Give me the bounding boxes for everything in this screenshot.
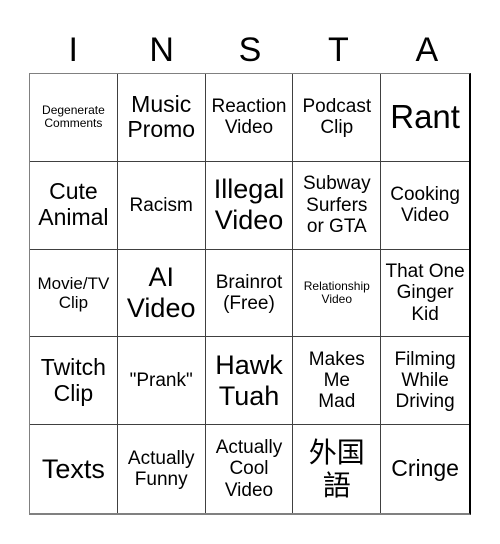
bingo-cell-r1-c1[interactable]: Racism (117, 161, 206, 250)
bingo-cell-r3-c3[interactable]: Makes Me Mad (293, 337, 382, 426)
bingo-cell-r1-c3[interactable]: Subway Surfers or GTA (293, 161, 382, 250)
cell-label: Racism (129, 194, 193, 216)
bingo-cell-r2-c4[interactable]: That One Ginger Kid (381, 250, 469, 338)
bingo-cell-r4-c1[interactable]: Actually Funny (118, 425, 206, 513)
cell-label: Makes Me Mad (308, 348, 365, 413)
cell-label: Relationship Video (303, 278, 370, 306)
bingo-cell-r4-c0[interactable]: Texts (30, 425, 118, 513)
header-letter-t: T (328, 31, 349, 69)
cell-label: AI Video (126, 261, 196, 323)
cell-label: Podcast Clip (302, 96, 372, 139)
cell-label: Movie/TV Clip (37, 273, 110, 312)
bingo-cell-r2-c0[interactable]: Movie/TV Clip (30, 249, 118, 338)
header-letter-i: I (68, 31, 78, 69)
cell-label: Filming While Driving (394, 348, 456, 413)
cell-label: Music Promo (127, 90, 196, 143)
cell-label: Actually Cool Video (215, 437, 283, 501)
cell-label: Degenerate Comments (42, 102, 105, 131)
cell-label: Rant (390, 97, 460, 135)
bingo-cell-r3-c4[interactable]: Filming While Driving (381, 337, 469, 426)
cell-label: That One Ginger Kid (385, 261, 465, 325)
bingo-cell-r0-c0[interactable]: Degenerate Comments (30, 74, 118, 162)
bingo-cell-r3-c0[interactable]: Twitch Clip (30, 337, 118, 426)
bingo-cell-r1-c0[interactable]: Cute Animal (30, 161, 118, 250)
cell-label: 外国 語 (308, 435, 365, 503)
bingo-cell-r2-c1[interactable]: AI Video (117, 249, 206, 338)
cell-label: Twitch Clip (40, 354, 106, 406)
bingo-cell-r2-c2[interactable]: Brainrot (Free) (205, 249, 294, 338)
cell-label: Hawk Tuah (215, 349, 283, 411)
header-letter-a: A (415, 31, 439, 69)
cell-label: Actually Funny (127, 447, 195, 491)
bingo-cell-r1-c4[interactable]: Cooking Video (381, 162, 469, 250)
header-letter-n: N (149, 31, 174, 69)
bingo-cell-r4-c2[interactable]: Actually Cool Video (206, 425, 294, 513)
cell-label: Subway Surfers or GTA (302, 173, 371, 237)
bingo-cell-r0-c2[interactable]: Reaction Video (205, 74, 294, 162)
bingo-cell-r0-c1[interactable]: Music Promo (117, 74, 206, 162)
bingo-cell-r3-c2[interactable]: Hawk Tuah (205, 337, 294, 426)
bingo-cell-r1-c2[interactable]: Illegal Video (205, 161, 294, 250)
cell-label: Cringe (391, 455, 459, 482)
bingo-cell-r4-c4[interactable]: Cringe (381, 425, 469, 513)
bingo-cell-r0-c3[interactable]: Podcast Clip (293, 74, 382, 162)
cell-label: Cute Animal (38, 178, 109, 231)
bingo-cell-r0-c4[interactable]: Rant (381, 74, 469, 162)
header-letter-s: S (238, 31, 262, 69)
cell-label: Illegal Video (213, 174, 285, 236)
cell-label: Brainrot (Free) (215, 271, 283, 314)
bingo-cell-r2-c3[interactable]: Relationship Video (293, 249, 382, 338)
bingo-header: I N S T A (29, 28, 471, 72)
bingo-grid: Degenerate Comments Music Promo Reaction… (29, 73, 471, 515)
cell-label: Texts (41, 453, 105, 484)
bingo-cell-r4-c3[interactable]: 外国 語 (293, 425, 382, 513)
bingo-cell-r3-c1[interactable]: "Prank" (117, 337, 206, 426)
cell-label: Cooking Video (390, 183, 460, 227)
cell-label: "Prank" (129, 370, 193, 392)
cell-label: Reaction Video (211, 96, 287, 139)
